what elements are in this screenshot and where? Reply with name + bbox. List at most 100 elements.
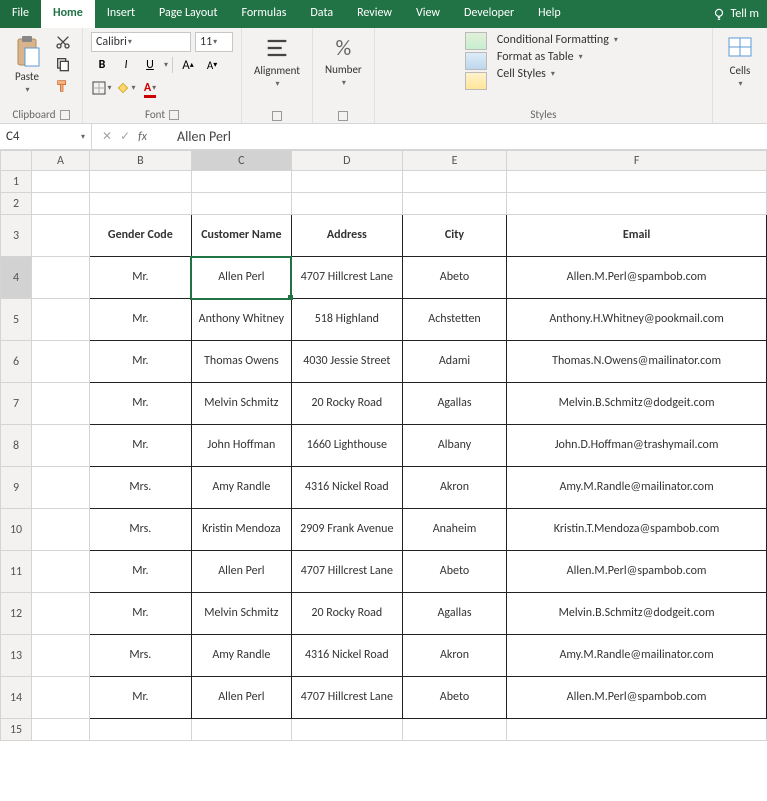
format-painter-button[interactable] <box>52 76 74 96</box>
cell-D9[interactable]: 4316 Nickel Road <box>291 467 402 509</box>
cell-A1[interactable] <box>32 171 90 193</box>
cell-E5[interactable]: Achstetten <box>402 299 506 341</box>
tab-file[interactable]: File <box>0 0 41 28</box>
dialog-launcher-icon[interactable] <box>338 111 348 121</box>
cancel-icon[interactable]: ✕ <box>102 129 112 144</box>
cell-E13[interactable]: Akron <box>402 635 506 677</box>
dialog-launcher-icon[interactable] <box>60 110 70 120</box>
cell-D5[interactable]: 518 Highland <box>291 299 402 341</box>
spreadsheet-grid[interactable]: ABCDEF123Gender CodeCustomer NameAddress… <box>0 150 767 741</box>
fill-color-button[interactable]: ▾ <box>115 78 137 98</box>
cell-A13[interactable] <box>32 635 90 677</box>
cell-D6[interactable]: 4030 Jessie Street <box>291 341 402 383</box>
cell-E15[interactable] <box>402 719 506 741</box>
cell-B10[interactable]: Mrs. <box>89 509 191 551</box>
cell-C9[interactable]: Amy Randle <box>191 467 291 509</box>
row-header-12[interactable]: 12 <box>1 593 32 635</box>
cell-C5[interactable]: Anthony Whitney <box>191 299 291 341</box>
borders-button[interactable]: ▾ <box>91 78 113 98</box>
cell-E12[interactable]: Agallas <box>402 593 506 635</box>
cell-B6[interactable]: Mr. <box>89 341 191 383</box>
cell-C7[interactable]: Melvin Schmitz <box>191 383 291 425</box>
cell-B4[interactable]: Mr. <box>89 257 191 299</box>
tab-developer[interactable]: Developer <box>452 0 526 28</box>
cell-A5[interactable] <box>32 299 90 341</box>
cell-F15[interactable] <box>507 719 767 741</box>
cell-F5[interactable]: Anthony.H.Whitney@pookmail.com <box>507 299 767 341</box>
row-header-11[interactable]: 11 <box>1 551 32 593</box>
cell-B12[interactable]: Mr. <box>89 593 191 635</box>
col-header-B[interactable]: B <box>89 151 191 171</box>
tab-help[interactable]: Help <box>526 0 573 28</box>
cell-A8[interactable] <box>32 425 90 467</box>
cell-E3[interactable]: City <box>402 215 506 257</box>
cell-D3[interactable]: Address <box>291 215 402 257</box>
cell-C12[interactable]: Melvin Schmitz <box>191 593 291 635</box>
tab-page-layout[interactable]: Page Layout <box>147 0 229 28</box>
cell-A2[interactable] <box>32 193 90 215</box>
cell-F8[interactable]: John.D.Hoffman@trashymail.com <box>507 425 767 467</box>
cell-B15[interactable] <box>89 719 191 741</box>
cell-C4[interactable]: Allen Perl <box>191 257 291 299</box>
cell-D4[interactable]: 4707 Hillcrest Lane <box>291 257 402 299</box>
cell-A9[interactable] <box>32 467 90 509</box>
cell-B2[interactable] <box>89 193 191 215</box>
row-header-1[interactable]: 1 <box>1 171 32 193</box>
cell-D2[interactable] <box>291 193 402 215</box>
cell-E9[interactable]: Akron <box>402 467 506 509</box>
row-header-4[interactable]: 4 <box>1 257 32 299</box>
cell-A4[interactable] <box>32 257 90 299</box>
row-header-14[interactable]: 14 <box>1 677 32 719</box>
tell-me[interactable]: Tell m <box>704 0 767 28</box>
cell-E14[interactable]: Abeto <box>402 677 506 719</box>
cell-styles-button[interactable]: Cell Styles▾ <box>493 66 622 82</box>
cell-E10[interactable]: Anaheim <box>402 509 506 551</box>
cell-B11[interactable]: Mr. <box>89 551 191 593</box>
paste-button[interactable]: Paste ▾ <box>8 32 46 97</box>
cell-A12[interactable] <box>32 593 90 635</box>
cell-D1[interactable] <box>291 171 402 193</box>
grow-font-button[interactable]: A▴ <box>177 55 199 75</box>
cell-A7[interactable] <box>32 383 90 425</box>
row-header-8[interactable]: 8 <box>1 425 32 467</box>
fx-icon[interactable]: fx <box>138 130 147 144</box>
cell-D13[interactable]: 4316 Nickel Road <box>291 635 402 677</box>
cell-D14[interactable]: 4707 Hillcrest Lane <box>291 677 402 719</box>
enter-icon[interactable]: ✓ <box>120 129 130 144</box>
cell-D12[interactable]: 20 Rocky Road <box>291 593 402 635</box>
cell-F2[interactable] <box>507 193 767 215</box>
font-name-combo[interactable]: Calibri▾ <box>91 32 191 52</box>
conditional-formatting-button[interactable]: Conditional Formatting▾ <box>493 32 622 48</box>
cell-B3[interactable]: Gender Code <box>89 215 191 257</box>
cell-F4[interactable]: Allen.M.Perl@spambob.com <box>507 257 767 299</box>
tab-home[interactable]: Home <box>41 0 95 28</box>
cell-F9[interactable]: Amy.M.Randle@mailinator.com <box>507 467 767 509</box>
row-header-13[interactable]: 13 <box>1 635 32 677</box>
cell-A15[interactable] <box>32 719 90 741</box>
cell-C8[interactable]: John Hoffman <box>191 425 291 467</box>
tab-view[interactable]: View <box>404 0 452 28</box>
cells-button[interactable]: Cells ▾ <box>721 32 759 91</box>
cell-F6[interactable]: Thomas.N.Owens@mailinator.com <box>507 341 767 383</box>
cell-D10[interactable]: 2909 Frank Avenue <box>291 509 402 551</box>
cell-E2[interactable] <box>402 193 506 215</box>
cell-D7[interactable]: 20 Rocky Road <box>291 383 402 425</box>
cell-A6[interactable] <box>32 341 90 383</box>
cell-E6[interactable]: Adami <box>402 341 506 383</box>
cell-A11[interactable] <box>32 551 90 593</box>
cell-F10[interactable]: Kristin.T.Mendoza@spambob.com <box>507 509 767 551</box>
cell-F12[interactable]: Melvin.B.Schmitz@dodgeit.com <box>507 593 767 635</box>
col-header-F[interactable]: F <box>507 151 767 171</box>
cell-B5[interactable]: Mr. <box>89 299 191 341</box>
cell-D11[interactable]: 4707 Hillcrest Lane <box>291 551 402 593</box>
cell-A3[interactable] <box>32 215 90 257</box>
row-header-9[interactable]: 9 <box>1 467 32 509</box>
cell-F11[interactable]: Allen.M.Perl@spambob.com <box>507 551 767 593</box>
cell-F7[interactable]: Melvin.B.Schmitz@dodgeit.com <box>507 383 767 425</box>
cell-B13[interactable]: Mrs. <box>89 635 191 677</box>
cell-C11[interactable]: Allen Perl <box>191 551 291 593</box>
cell-B9[interactable]: Mrs. <box>89 467 191 509</box>
tab-review[interactable]: Review <box>345 0 404 28</box>
row-header-5[interactable]: 5 <box>1 299 32 341</box>
cell-C13[interactable]: Amy Randle <box>191 635 291 677</box>
